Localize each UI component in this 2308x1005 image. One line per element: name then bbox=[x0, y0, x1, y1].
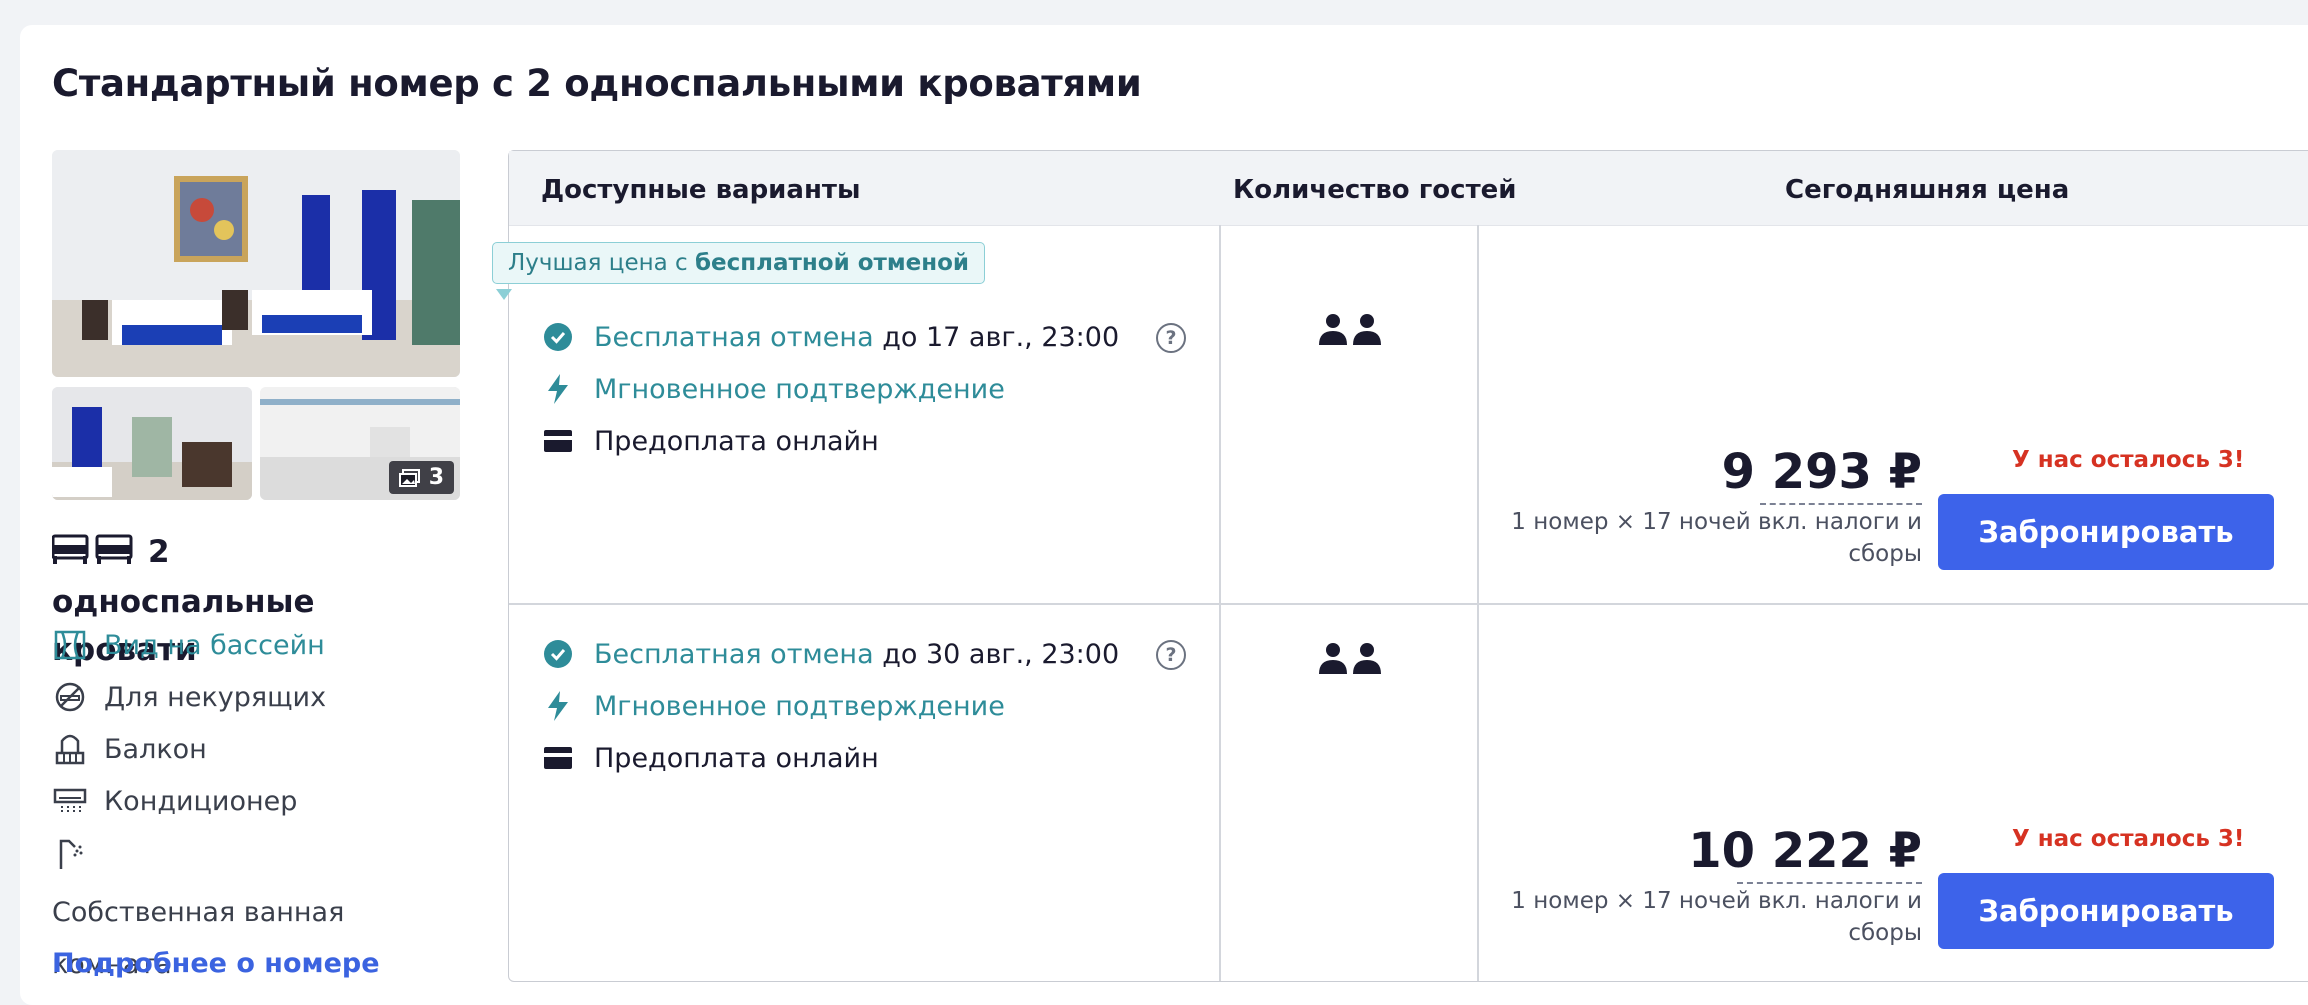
book-button[interactable]: Забронировать bbox=[1938, 494, 2274, 570]
book-button[interactable]: Забронировать bbox=[1938, 873, 2274, 949]
room-photo-image bbox=[52, 150, 460, 377]
photo-count-badge[interactable]: 3 bbox=[388, 461, 454, 494]
badge-prefix: Лучшая цена с bbox=[508, 250, 695, 276]
instant-confirmation-row: Мгновенное подтверждение bbox=[542, 690, 1005, 722]
gallery-icon bbox=[398, 468, 420, 487]
offer-price: 10 222 ₽ bbox=[1688, 823, 1922, 879]
price-note-line: 1 номер × 17 ночей вкл. налоги и bbox=[1511, 509, 1922, 535]
free-cancellation-row: Бесплатная отмена до 30 авг., 23:00 bbox=[542, 638, 1119, 670]
instant-confirmation-row: Мгновенное подтверждение bbox=[542, 373, 1005, 405]
row-divider bbox=[509, 603, 2308, 605]
cancel-deadline: до 30 авг., 23:00 bbox=[882, 638, 1120, 670]
instant-label: Мгновенное подтверждение bbox=[594, 373, 1005, 405]
badge-bold: бесплатной отменой bbox=[695, 250, 970, 276]
guest-count bbox=[1319, 642, 1381, 674]
cancel-label: Бесплатная отмена bbox=[594, 638, 874, 670]
shower-icon bbox=[52, 835, 88, 871]
cancel-label: Бесплатная отмена bbox=[594, 321, 874, 353]
prepay-row: Предоплата онлайн bbox=[542, 425, 879, 457]
offer-price: 9 293 ₽ bbox=[1721, 444, 1922, 500]
amenity-label: Вид на бассейн bbox=[104, 629, 325, 661]
amenity-label: Кондиционер bbox=[104, 785, 298, 817]
prepay-label: Предоплата онлайн bbox=[594, 742, 879, 774]
price-underline bbox=[1760, 503, 1922, 505]
guest-count bbox=[1319, 313, 1381, 345]
lightning-icon bbox=[542, 690, 574, 722]
air-conditioner-icon bbox=[52, 783, 88, 819]
amenity-label: Для некурящих bbox=[104, 681, 327, 713]
window-view-icon bbox=[52, 627, 88, 663]
credit-card-icon bbox=[542, 742, 574, 774]
table-header: Доступные варианты Количество гостей Сег… bbox=[509, 151, 2308, 226]
price-note: 1 номер × 17 ночей вкл. налоги и сборы bbox=[1511, 506, 1922, 570]
room-photo-main[interactable] bbox=[52, 150, 460, 377]
instant-label: Мгновенное подтверждение bbox=[594, 690, 1005, 722]
header-guests: Количество гостей bbox=[1233, 175, 1517, 205]
header-price: Сегодняшняя цена bbox=[1785, 175, 2070, 205]
room-photo-thumb-1[interactable] bbox=[52, 387, 252, 500]
person-icon bbox=[1319, 314, 1347, 345]
cancel-deadline: до 17 авг., 23:00 bbox=[882, 321, 1120, 353]
prepay-label: Предоплата онлайн bbox=[594, 425, 879, 457]
free-cancellation-row: Бесплатная отмена до 17 авг., 23:00 bbox=[542, 321, 1119, 353]
check-circle-icon bbox=[542, 321, 574, 353]
room-photo-thumb-2[interactable]: 3 bbox=[260, 387, 460, 500]
price-underline bbox=[1737, 882, 1922, 884]
person-icon bbox=[1319, 643, 1347, 674]
badge-pointer bbox=[496, 289, 512, 300]
price-note-line: сборы bbox=[1848, 541, 1922, 567]
single-beds-icon bbox=[51, 530, 134, 578]
prepay-row: Предоплата онлайн bbox=[542, 742, 879, 774]
availability-warning: У нас осталось 3! bbox=[2012, 826, 2245, 852]
credit-card-icon bbox=[542, 425, 574, 457]
photo-count: 3 bbox=[428, 465, 444, 490]
amenity-balcony: Балкон bbox=[52, 731, 207, 767]
amenity-label: Балкон bbox=[104, 733, 207, 765]
price-note-line: сборы bbox=[1848, 920, 1922, 946]
amenity-pool-view: Вид на бассейн bbox=[52, 627, 325, 663]
person-icon bbox=[1353, 643, 1381, 674]
room-details-link[interactable]: Подробнее о номере bbox=[52, 948, 380, 979]
room-title: Стандартный номер с 2 односпальными кров… bbox=[52, 62, 1142, 105]
room-photo-image bbox=[52, 387, 252, 500]
price-note: 1 номер × 17 ночей вкл. налоги и сборы bbox=[1511, 885, 1922, 949]
help-icon[interactable]: ? bbox=[1156, 323, 1186, 353]
balcony-icon bbox=[52, 731, 88, 767]
lightning-icon bbox=[542, 373, 574, 405]
person-icon bbox=[1353, 314, 1381, 345]
header-options: Доступные варианты bbox=[541, 175, 861, 205]
price-note-line: 1 номер × 17 ночей вкл. налоги и bbox=[1511, 888, 1922, 914]
amenity-non-smoking: Для некурящих bbox=[52, 679, 326, 715]
no-smoking-icon bbox=[52, 679, 88, 715]
amenity-air-conditioning: Кондиционер bbox=[52, 783, 297, 819]
help-icon[interactable]: ? bbox=[1156, 640, 1186, 670]
check-circle-icon bbox=[542, 638, 574, 670]
best-price-badge: Лучшая цена с бесплатной отменой bbox=[492, 242, 986, 284]
availability-warning: У нас осталось 3! bbox=[2012, 447, 2245, 473]
